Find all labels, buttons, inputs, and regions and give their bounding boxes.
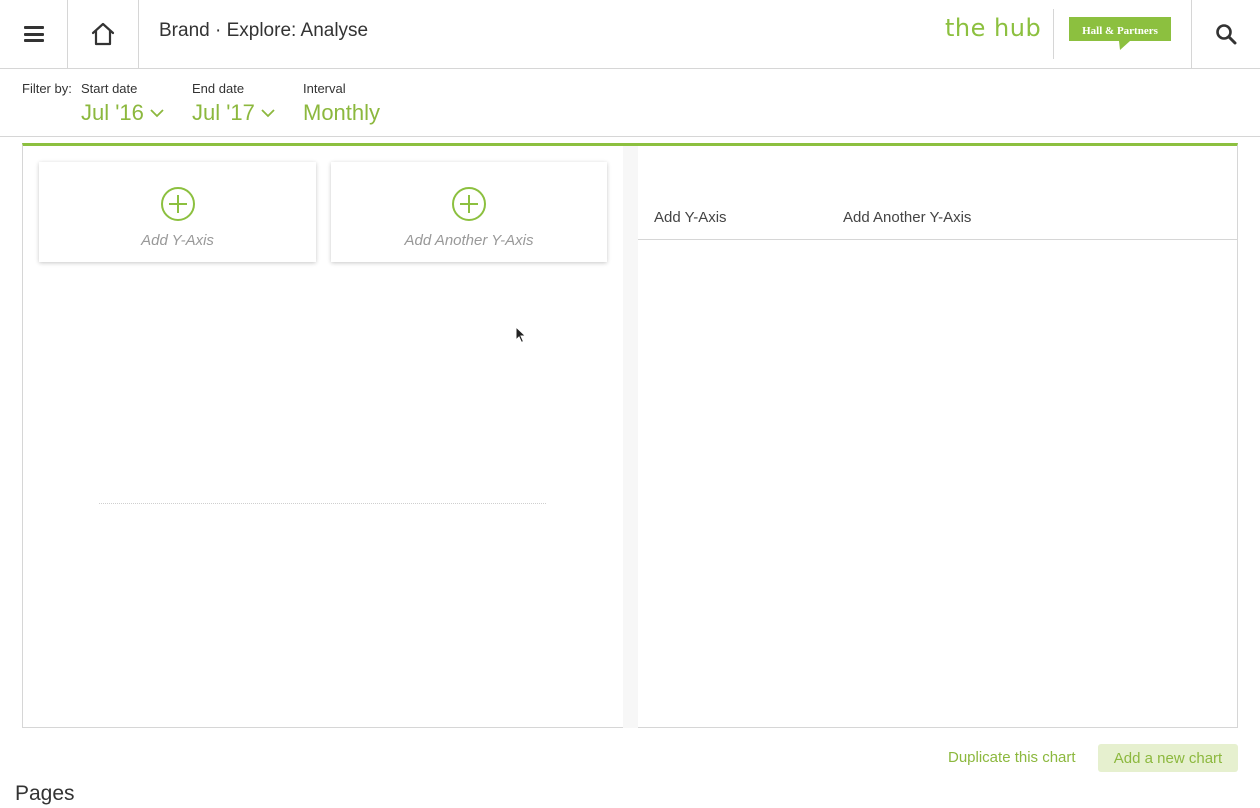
add-y-axis-card[interactable]: Add Y-Axis: [39, 162, 316, 262]
chevron-down-icon: [261, 109, 275, 118]
chevron-down-icon: [150, 109, 164, 118]
home-icon: [91, 22, 115, 46]
chart-panel: Add Y-Axis Add Another Y-Axis Add Y-Axis…: [22, 143, 1238, 728]
add-another-y-axis-card[interactable]: Add Another Y-Axis: [331, 162, 607, 262]
logo-divider: [1053, 9, 1054, 59]
add-y-axis-card-label: Add Y-Axis: [141, 232, 214, 249]
svg-text:Hall & Partners: Hall & Partners: [1082, 25, 1158, 37]
interval-value: Monthly: [303, 100, 381, 125]
add-new-chart-button[interactable]: Add a new chart: [1098, 744, 1238, 772]
chart-baseline: [99, 503, 546, 504]
tab-add-y-axis[interactable]: Add Y-Axis: [654, 209, 727, 226]
the-hub-logo: the hub: [945, 14, 1042, 42]
end-date-label: End date: [192, 81, 245, 96]
menu-button[interactable]: [0, 0, 68, 68]
search-icon: [1216, 24, 1237, 45]
start-date-filter[interactable]: Start date Jul '16: [81, 81, 164, 126]
add-another-y-axis-card-label: Add Another Y-Axis: [404, 232, 534, 249]
axis-settings-area: Add Y-Axis Add Another Y-Axis: [638, 146, 1238, 728]
duplicate-chart-button[interactable]: Duplicate this chart: [948, 749, 1076, 766]
hall-partners-logo: Hall & Partners: [1069, 17, 1171, 50]
panel-gutter: [623, 146, 638, 728]
add-circle-icon: [160, 187, 195, 221]
start-date-value: Jul '16: [81, 100, 144, 125]
add-circle-icon: [452, 187, 486, 221]
search-button[interactable]: [1191, 0, 1260, 68]
hamburger-menu-icon: [23, 26, 44, 42]
tab-add-another-y-axis[interactable]: Add Another Y-Axis: [843, 209, 971, 226]
filter-by-label: Filter by:: [22, 81, 72, 96]
interval-label: Interval: [303, 81, 346, 96]
end-date-filter[interactable]: End date Jul '17: [192, 81, 275, 126]
home-button[interactable]: [68, 0, 139, 68]
page-title: Brand · Explore: Analyse: [159, 20, 369, 41]
start-date-label: Start date: [81, 81, 138, 96]
mouse-cursor-icon: [515, 326, 527, 344]
pages-heading: Pages: [15, 782, 75, 805]
interval-filter[interactable]: Interval Monthly: [303, 81, 380, 126]
end-date-value: Jul '17: [192, 100, 255, 125]
axis-tabs: Add Y-Axis Add Another Y-Axis: [638, 196, 1238, 240]
app-header: Brand · Explore: Analyse the hub Hall & …: [0, 0, 1260, 69]
chart-canvas-area: Add Y-Axis Add Another Y-Axis: [23, 146, 623, 728]
filter-bar: Filter by: Start date Jul '16 End date J…: [0, 69, 1260, 137]
